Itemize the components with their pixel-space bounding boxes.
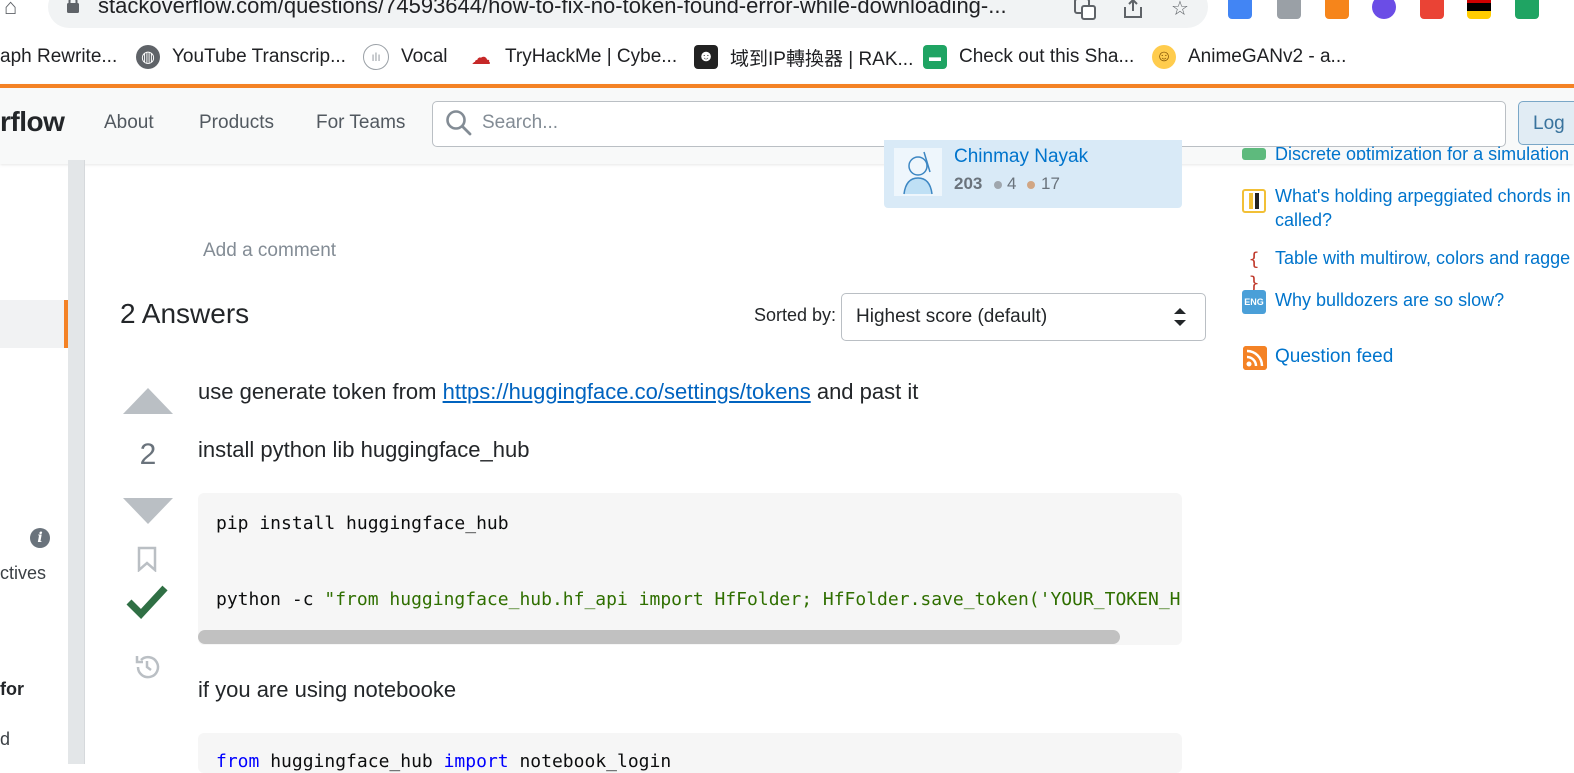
sorted-by-label: Sorted by: [754,305,837,325]
hot-question-title: Why bulldozers are so slow? [1275,290,1505,310]
address-url[interactable]: stackoverflow.com/questions/74593644/how… [98,0,1007,18]
code-line: pip install huggingface_hub [216,513,509,534]
code-keyword: from [216,751,260,772]
silver-badge-count: 4 [1007,174,1017,193]
info-icon[interactable]: i [30,528,50,548]
select-arrows-icon [1174,308,1186,326]
code-block[interactable]: pip install huggingface_hub python -c "f… [198,493,1182,645]
globe-icon: ◍ [136,45,160,69]
code-horizontal-scrollbar[interactable] [198,630,1120,644]
bookmark-label: Check out this Sha... [959,46,1135,67]
search-icon [446,110,472,136]
author-reputation: 203 [954,174,983,193]
answer-text: and past it [810,379,919,404]
code-string: "from huggingface_hub.hf_api import HfFo… [324,589,1182,610]
hot-question-link[interactable]: Discrete optimization for a simulation [1275,142,1569,160]
answers-count-heading: 2 Answers [120,298,250,329]
hot-question-title: What's holding arpeggiated chords in [1275,186,1571,206]
sort-select-value[interactable]: Highest score (default) [856,306,1047,328]
code-line: python -c "from huggingface_hub.hf_api i… [216,589,1182,610]
author-card-clip [884,140,1182,146]
bookmark-item[interactable]: ◍ YouTube Transcrip... [136,44,346,70]
left-text-fragment: d [0,729,11,749]
home-icon[interactable]: ⌂ [4,0,26,18]
hot-question-link[interactable]: Why bulldozers are so slow? [1275,288,1504,312]
rss-icon [1243,346,1267,370]
hot-question-title: Table with multirow, colors and ragge [1275,248,1571,268]
token-settings-link[interactable]: https://huggingface.co/settings/tokens [443,379,811,404]
bookmark-label: Vocal [401,46,448,67]
bookmark-item[interactable]: ☻ 域到IP轉換器 | RAK... [694,44,913,70]
hugging-face-icon: ☺ [1152,45,1176,69]
chat-icon: ▬ [923,45,947,69]
bronze-badge-count: 17 [1041,174,1060,193]
bookmark-item[interactable]: ☺ AnimeGANv2 - a... [1152,44,1346,70]
code-keyword: import [443,751,509,772]
avatar[interactable] [894,148,942,196]
star-bookmark-icon[interactable]: ☆ [1168,0,1192,21]
vote-count: 2 [139,438,157,471]
bookmark-item[interactable]: aph Rewrite... [0,44,117,70]
ax-ext-icon[interactable] [1420,0,1444,19]
bookmark-label: 域到IP轉換器 | RAK... [730,48,914,70]
question-feed-link[interactable]: Question feed [1275,346,1393,368]
accepted-check-icon [126,585,168,620]
site-logo[interactable]: rflow [0,106,65,138]
bookmark-item[interactable]: ▬ Check out this Sha... [923,44,1134,70]
google-translate-ext-icon[interactable] [1228,0,1252,19]
code-line: from huggingface_hub import notebook_log… [216,751,671,772]
flag-ext-icon[interactable] [1467,0,1491,19]
bookmark-label: YouTube Transcrip... [172,46,346,67]
answer-text: use generate token from [198,379,443,404]
bookmark-label: AnimeGANv2 - a... [1188,46,1347,67]
english-site-icon: ENG [1242,290,1266,314]
history-icon[interactable] [132,652,162,682]
bookmark-icon[interactable] [136,546,158,572]
add-comment-link[interactable]: Add a comment [203,240,336,262]
translate-icon[interactable] [1073,0,1097,21]
site-icon [1242,148,1266,160]
vocal-icon: ılı [363,44,389,70]
bookmark-item[interactable]: ☁ TryHackMe | Cybe... [469,44,677,70]
hot-question-link[interactable]: What's holding arpeggiated chords in cal… [1275,184,1571,232]
upvote-button[interactable] [123,388,173,414]
chat-ext-icon[interactable] [1515,0,1539,19]
left-nav-active-item[interactable] [0,300,68,348]
answer-paragraph-3: if you are using notebooke [198,677,457,702]
bookmark-label: aph Rewrite... [0,46,118,67]
hot-question-title: called? [1275,210,1333,230]
music-site-icon [1242,189,1266,213]
line-ext-icon[interactable] [1277,0,1301,19]
code-text: notebook_login [508,751,672,772]
nav-for-teams[interactable]: For Teams [316,112,405,134]
login-button[interactable]: Log [1518,101,1574,145]
bookmark-item[interactable]: ılı Vocal [363,44,447,70]
author-name[interactable]: Chinmay Nayak [954,146,1088,168]
answer-paragraph-1: use generate token from https://huggingf… [198,379,918,405]
lock-icon [67,0,79,13]
left-scrollbar[interactable] [68,160,85,764]
left-teams-label: for [0,679,24,699]
silver-badge-icon [994,181,1002,189]
bookmark-label: TryHackMe | Cybe... [505,46,678,67]
code-text: huggingface_hub [259,751,444,772]
code-command: python -c [216,589,325,610]
downvote-button[interactable] [123,498,173,524]
tex-site-icon: { } [1248,249,1260,294]
bronze-badge-icon [1027,181,1035,189]
tryhackme-icon: ☁ [471,46,491,69]
metamask-ext-icon[interactable] [1325,0,1349,19]
share-icon[interactable] [1121,0,1145,21]
nav-products[interactable]: Products [199,112,274,134]
left-collectives-label[interactable]: ctives [0,563,46,584]
search-input[interactable] [482,112,1382,134]
rak-icon: ☻ [694,45,718,69]
hot-question-link[interactable]: Table with multirow, colors and ragge [1275,246,1570,270]
nav-about[interactable]: About [104,112,154,134]
code-block[interactable]: from huggingface_hub import notebook_log… [198,733,1182,773]
hot-question-title: Discrete optimization for a simulation [1275,144,1570,160]
answer-paragraph-2: install python lib huggingface_hub [198,437,530,462]
